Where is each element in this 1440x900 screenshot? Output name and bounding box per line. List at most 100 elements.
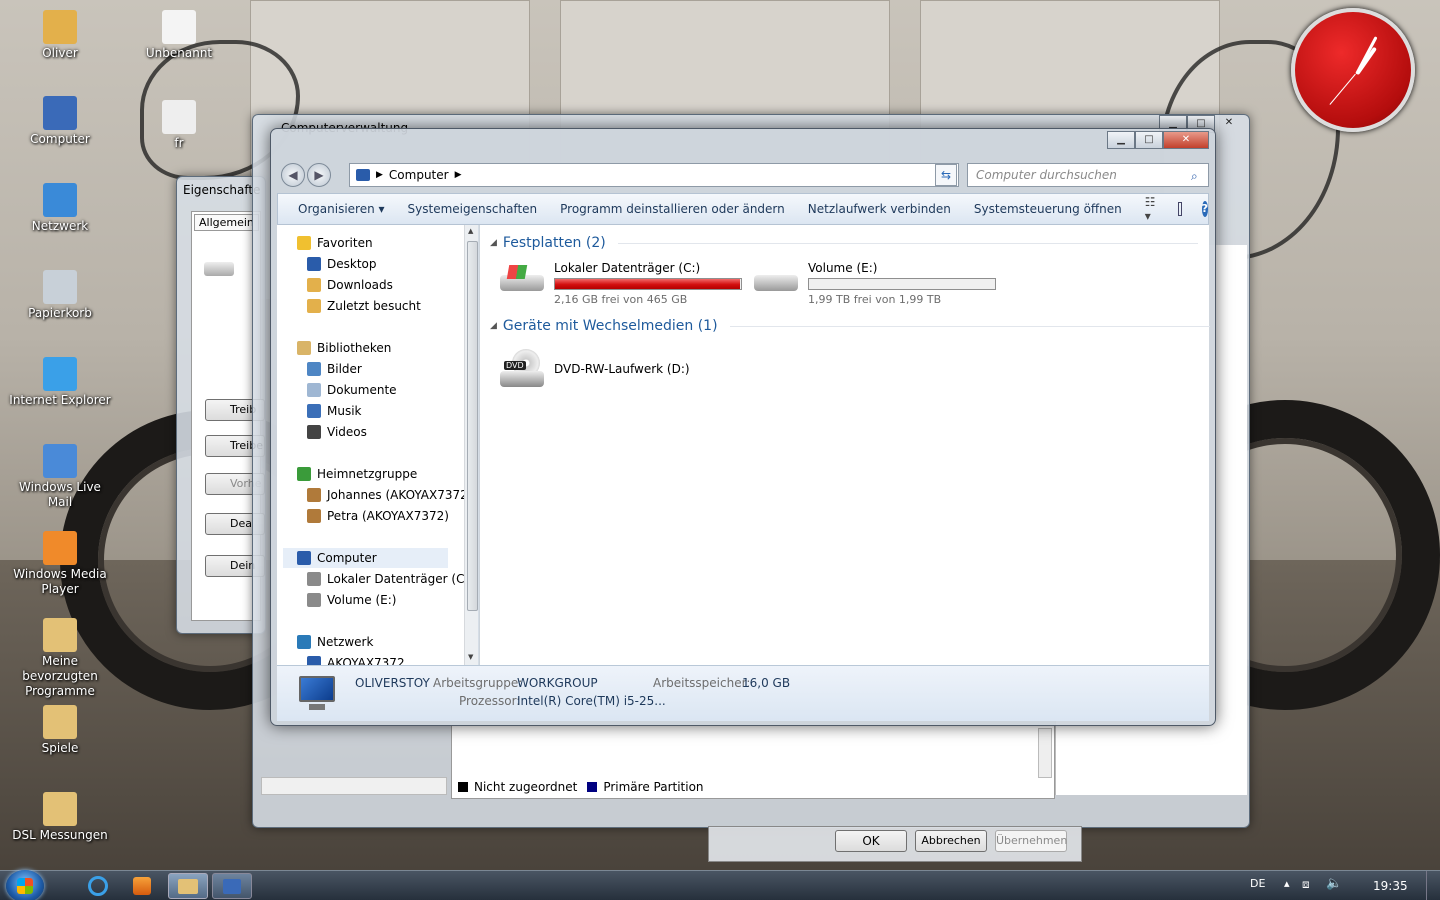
nav-item-heimnetzgruppe[interactable]: Heimnetzgruppe: [297, 464, 417, 484]
desktop-icon-label: Internet Explorer: [9, 393, 111, 407]
ok-button[interactable]: OK: [835, 830, 907, 852]
scrollbar[interactable]: [1038, 728, 1052, 778]
breadcrumb-computer[interactable]: Computer: [389, 168, 449, 182]
desktop-icon-label: Unbenannt: [145, 46, 213, 60]
search-icon[interactable]: ⌕: [1191, 169, 1198, 184]
uninstall-program-button[interactable]: Programm deinstallieren oder ändern: [552, 202, 800, 216]
desktop-icon-windows-media-player[interactable]: Windows Media Player: [5, 531, 115, 597]
language-indicator[interactable]: DE: [1250, 877, 1265, 890]
desktop-icon-dsl-messungen[interactable]: DSL Messungen: [5, 792, 115, 843]
minimize-button[interactable]: ▁: [1107, 131, 1135, 149]
scroll-up-icon[interactable]: ▲: [468, 227, 473, 235]
maximize-button[interactable]: □: [1135, 131, 1163, 149]
view-options-icon[interactable]: ☷ ▾: [1145, 195, 1156, 223]
recycle-bin-icon: [43, 270, 77, 304]
nav-item-akoyax7372[interactable]: AKOYAX7372: [307, 653, 405, 665]
address-row: ◀ ▶ ▶ Computer ▶ ▼ ⇆ Computer durchsuche…: [279, 161, 1209, 189]
apply-button[interactable]: Übernehmen: [995, 830, 1067, 852]
desktop-icon-computer[interactable]: Computer: [5, 96, 115, 147]
desktop-icon-unbenannt[interactable]: Unbenannt: [124, 10, 234, 61]
desktop-icon-oliver[interactable]: Oliver: [5, 10, 115, 61]
scroll-thumb[interactable]: [467, 241, 478, 611]
nav-item-downloads[interactable]: Downloads: [307, 275, 393, 295]
nav-item-computer[interactable]: Computer: [283, 548, 448, 568]
drive-c-icon: [307, 572, 321, 586]
clock-second-hand: [1329, 73, 1356, 105]
taskbar-computer-management-icon[interactable]: [212, 873, 252, 899]
nav-item-favoriten[interactable]: Favoriten: [297, 233, 373, 253]
start-button[interactable]: [6, 870, 44, 900]
desktop-icon-papierkorb[interactable]: Papierkorb: [5, 270, 115, 321]
nav-item-zuletzt-besucht[interactable]: Zuletzt besucht: [307, 296, 421, 316]
show-hidden-icons-icon[interactable]: ▴: [1284, 877, 1290, 890]
user-icon: [307, 509, 321, 523]
computer-icon: [295, 674, 339, 714]
volume-tray-icon[interactable]: 🔈: [1326, 876, 1342, 891]
back-button[interactable]: ◀: [281, 163, 305, 187]
nav-item-lokaler-datentr-ger-c-[interactable]: Lokaler Datenträger (C:): [307, 569, 473, 589]
close-button[interactable]: ✕: [1163, 131, 1209, 149]
show-desktop-button[interactable]: [1426, 871, 1440, 900]
drive-c-tile[interactable]: Lokaler Datenträger (C:) 2,16 GB frei vo…: [498, 261, 742, 306]
refresh-button[interactable]: ⇆: [935, 164, 957, 186]
nav-item-label: Bibliotheken: [317, 341, 392, 355]
forward-button[interactable]: ▶: [307, 163, 331, 187]
desktop-icon-fr[interactable]: fr: [124, 100, 234, 151]
desktop-icon-label: Computer: [30, 132, 90, 146]
desktop-icon-meine-bevorzugten-programme[interactable]: Meine bevorzugten Programme: [5, 618, 115, 699]
nav-item-videos[interactable]: Videos: [307, 422, 367, 442]
desktop-icon-label: Meine bevorzugten Programme: [22, 654, 98, 698]
collapse-arrow-icon[interactable]: ◢: [490, 238, 497, 248]
group-header-hdd[interactable]: ◢ Festplatten (2): [490, 235, 1198, 251]
help-icon[interactable]: ?: [1201, 201, 1208, 217]
breadcrumb-arrow-icon[interactable]: ▶: [376, 170, 383, 180]
search-input[interactable]: Computer durchsuchen: [967, 163, 1209, 187]
map-network-drive-button[interactable]: Netzlaufwerk verbinden: [800, 202, 966, 216]
cancel-button[interactable]: Abbrechen: [915, 830, 987, 852]
close-button[interactable]: ✕: [1215, 115, 1243, 133]
horizontal-scrollbar[interactable]: [261, 777, 447, 795]
breadcrumb-arrow-icon[interactable]: ▶: [455, 170, 462, 180]
system-properties-button[interactable]: Systemeigenschaften: [400, 202, 553, 216]
taskbar-media-player-icon[interactable]: [122, 873, 162, 899]
desktop-icon-internet-explorer[interactable]: Internet Explorer: [5, 357, 115, 408]
desktop-icon-windows-live-mail[interactable]: Windows Live Mail: [5, 444, 115, 510]
drive-e-tile[interactable]: Volume (E:) 1,99 TB frei von 1,99 TB: [752, 261, 996, 306]
address-bar[interactable]: ▶ Computer ▶ ▼: [349, 163, 959, 187]
desktop-icon-netzwerk[interactable]: Netzwerk: [5, 183, 115, 234]
desktop-icon-label: Papierkorb: [28, 306, 92, 320]
group-header-removable[interactable]: ◢ Geräte mit Wechselmedien (1): [490, 318, 1210, 334]
documents-icon: [307, 383, 321, 397]
navigation-pane: Favoriten Desktop Downloads Zuletzt besucht…: [277, 225, 479, 665]
nav-item-petra-akoyax7372-[interactable]: Petra (AKOYAX7372): [307, 506, 449, 526]
memory-label: Arbeitsspeicher:: [653, 676, 751, 690]
document-icon: [162, 10, 196, 44]
tab-allgemein[interactable]: Allgemein: [194, 214, 259, 231]
scroll-down-icon[interactable]: ▼: [468, 653, 473, 661]
nav-item-label: Downloads: [327, 278, 393, 292]
nav-item-bilder[interactable]: Bilder: [307, 359, 362, 379]
organize-button[interactable]: Organisieren ▾: [290, 202, 400, 216]
dvd-drive-tile[interactable]: DVD DVD-RW-Laufwerk (D:): [498, 347, 690, 391]
desktop-icon-spiele[interactable]: Spiele: [5, 705, 115, 756]
taskbar-ie-icon[interactable]: [78, 873, 118, 899]
nav-item-dokumente[interactable]: Dokumente: [307, 380, 397, 400]
content-area: ◢ Festplatten (2) Lokaler Datenträger (C…: [480, 225, 1210, 665]
network-tray-icon[interactable]: ⧈: [1302, 877, 1310, 892]
nav-item-volume-e-[interactable]: Volume (E:): [307, 590, 396, 610]
nav-item-johannes-akoyax7372-[interactable]: Johannes (AKOYAX7372): [307, 485, 472, 505]
taskbar-explorer-icon[interactable]: [168, 873, 208, 899]
explorer-window[interactable]: ▁□✕ ◀ ▶ ▶ Computer ▶ ▼ ⇆ Computer durchs…: [270, 128, 1216, 726]
nav-item-netzwerk[interactable]: Netzwerk: [297, 632, 373, 652]
nav-item-label: Computer: [317, 551, 377, 565]
nav-item-label: Dokumente: [327, 383, 397, 397]
open-control-panel-button[interactable]: Systemsteuerung öffnen: [966, 202, 1137, 216]
nav-item-desktop[interactable]: Desktop: [307, 254, 377, 274]
navigation-scrollbar[interactable]: ▲ ▼: [464, 225, 478, 665]
clock-time[interactable]: 19:35: [1373, 879, 1408, 893]
preview-pane-icon[interactable]: [1177, 202, 1182, 216]
nav-item-musik[interactable]: Musik: [307, 401, 362, 421]
clock-gadget[interactable]: [1291, 8, 1415, 132]
collapse-arrow-icon[interactable]: ◢: [490, 321, 497, 331]
nav-item-bibliotheken[interactable]: Bibliotheken: [297, 338, 391, 358]
